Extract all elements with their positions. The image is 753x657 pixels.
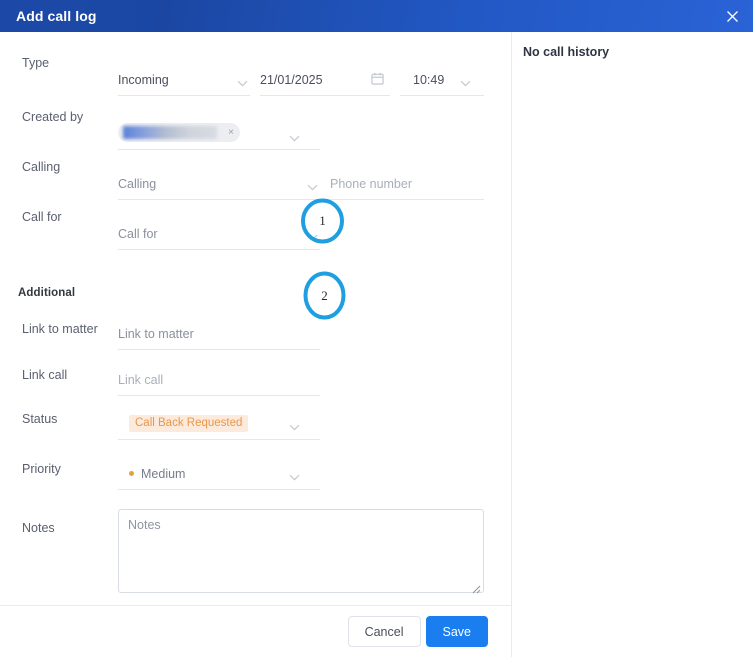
priority-value-group: Medium: [118, 467, 185, 481]
link-call-placeholder: Link call: [118, 372, 164, 387]
call-history-empty-message: No call history: [523, 45, 610, 59]
chevron-down-icon: [460, 74, 471, 92]
label-call-for: Call for: [22, 210, 62, 224]
chevron-down-icon: [307, 228, 318, 246]
form-row-link-to-matter: Link to matter Link to matter: [0, 310, 511, 360]
calling-select-placeholder: Calling: [118, 176, 157, 191]
label-calling: Calling: [22, 160, 61, 174]
form-row-priority: Priority Medium: [0, 450, 511, 500]
label-link-to-matter: Link to matter: [22, 322, 98, 336]
save-button[interactable]: Save: [425, 616, 488, 647]
label-type: Type: [22, 56, 50, 70]
call-for-select-placeholder: Call for: [118, 226, 158, 241]
form-row-calling: Calling Calling Phone number: [0, 148, 511, 200]
label-created-by: Created by: [22, 110, 84, 124]
resize-handle-icon[interactable]: [471, 581, 481, 594]
phone-number-placeholder: Phone number: [330, 176, 413, 191]
dialog-body: Type Incoming 21/01/2025 10:49 Created b…: [0, 32, 753, 657]
call-history-panel: No call history: [512, 32, 753, 657]
dialog-footer: Cancel Save: [0, 606, 511, 657]
form-row-type: Type Incoming 21/01/2025 10:49: [0, 44, 511, 96]
link-to-matter-placeholder: Link to matter: [118, 326, 194, 341]
call-time-select[interactable]: 10:49: [400, 64, 484, 96]
form-panel: Type Incoming 21/01/2025 10:49 Created b…: [0, 32, 511, 657]
chevron-down-icon: [307, 178, 318, 196]
chevron-down-icon: [289, 418, 300, 436]
form-row-link-call: Link call Link call: [0, 356, 511, 406]
call-date-input[interactable]: 21/01/2025: [260, 64, 390, 96]
label-status: Status: [22, 412, 58, 426]
calling-select[interactable]: Calling: [118, 168, 320, 200]
section-label-additional: Additional: [18, 287, 76, 299]
call-for-select[interactable]: Call for: [118, 218, 320, 250]
link-to-matter-input[interactable]: Link to matter: [118, 318, 320, 350]
remove-chip-icon[interactable]: ×: [228, 127, 234, 138]
type-select-value: Incoming: [118, 72, 169, 87]
label-notes: Notes: [22, 521, 55, 535]
call-time-value: 10:49: [413, 72, 445, 87]
priority-dot-icon: [129, 471, 134, 476]
priority-select[interactable]: Medium: [118, 458, 320, 490]
add-call-log-dialog: Add call log Type Incoming 21/01/2025 10…: [0, 0, 753, 657]
created-by-select[interactable]: ×: [118, 118, 320, 150]
dialog-title: Add call log: [16, 8, 97, 24]
priority-value: Medium: [141, 466, 186, 481]
call-date-value: 21/01/2025: [260, 72, 323, 87]
status-badge: Call Back Requested: [129, 415, 249, 432]
created-by-chip: ×: [118, 123, 240, 142]
status-select[interactable]: Call Back Requested: [118, 408, 320, 440]
calendar-icon[interactable]: [371, 72, 384, 90]
label-link-call: Link call: [22, 368, 68, 382]
phone-number-input[interactable]: Phone number: [330, 168, 484, 200]
notes-textarea[interactable]: Notes: [118, 509, 484, 594]
notes-placeholder: Notes: [128, 518, 161, 532]
chevron-down-icon: [289, 129, 300, 147]
chevron-down-icon: [237, 74, 248, 92]
form-row-call-for: Call for Call for: [0, 198, 511, 250]
label-priority: Priority: [22, 462, 61, 476]
redacted-user-name: [123, 126, 217, 139]
type-select[interactable]: Incoming: [118, 64, 250, 96]
link-call-input[interactable]: Link call: [118, 364, 320, 396]
chevron-down-icon: [289, 468, 300, 486]
form-row-status: Status Call Back Requested: [0, 400, 511, 450]
cancel-button[interactable]: Cancel: [347, 616, 421, 647]
close-icon[interactable]: [719, 3, 745, 29]
form-row-created-by: Created by ×: [0, 98, 511, 150]
dialog-titlebar: Add call log: [0, 0, 753, 32]
